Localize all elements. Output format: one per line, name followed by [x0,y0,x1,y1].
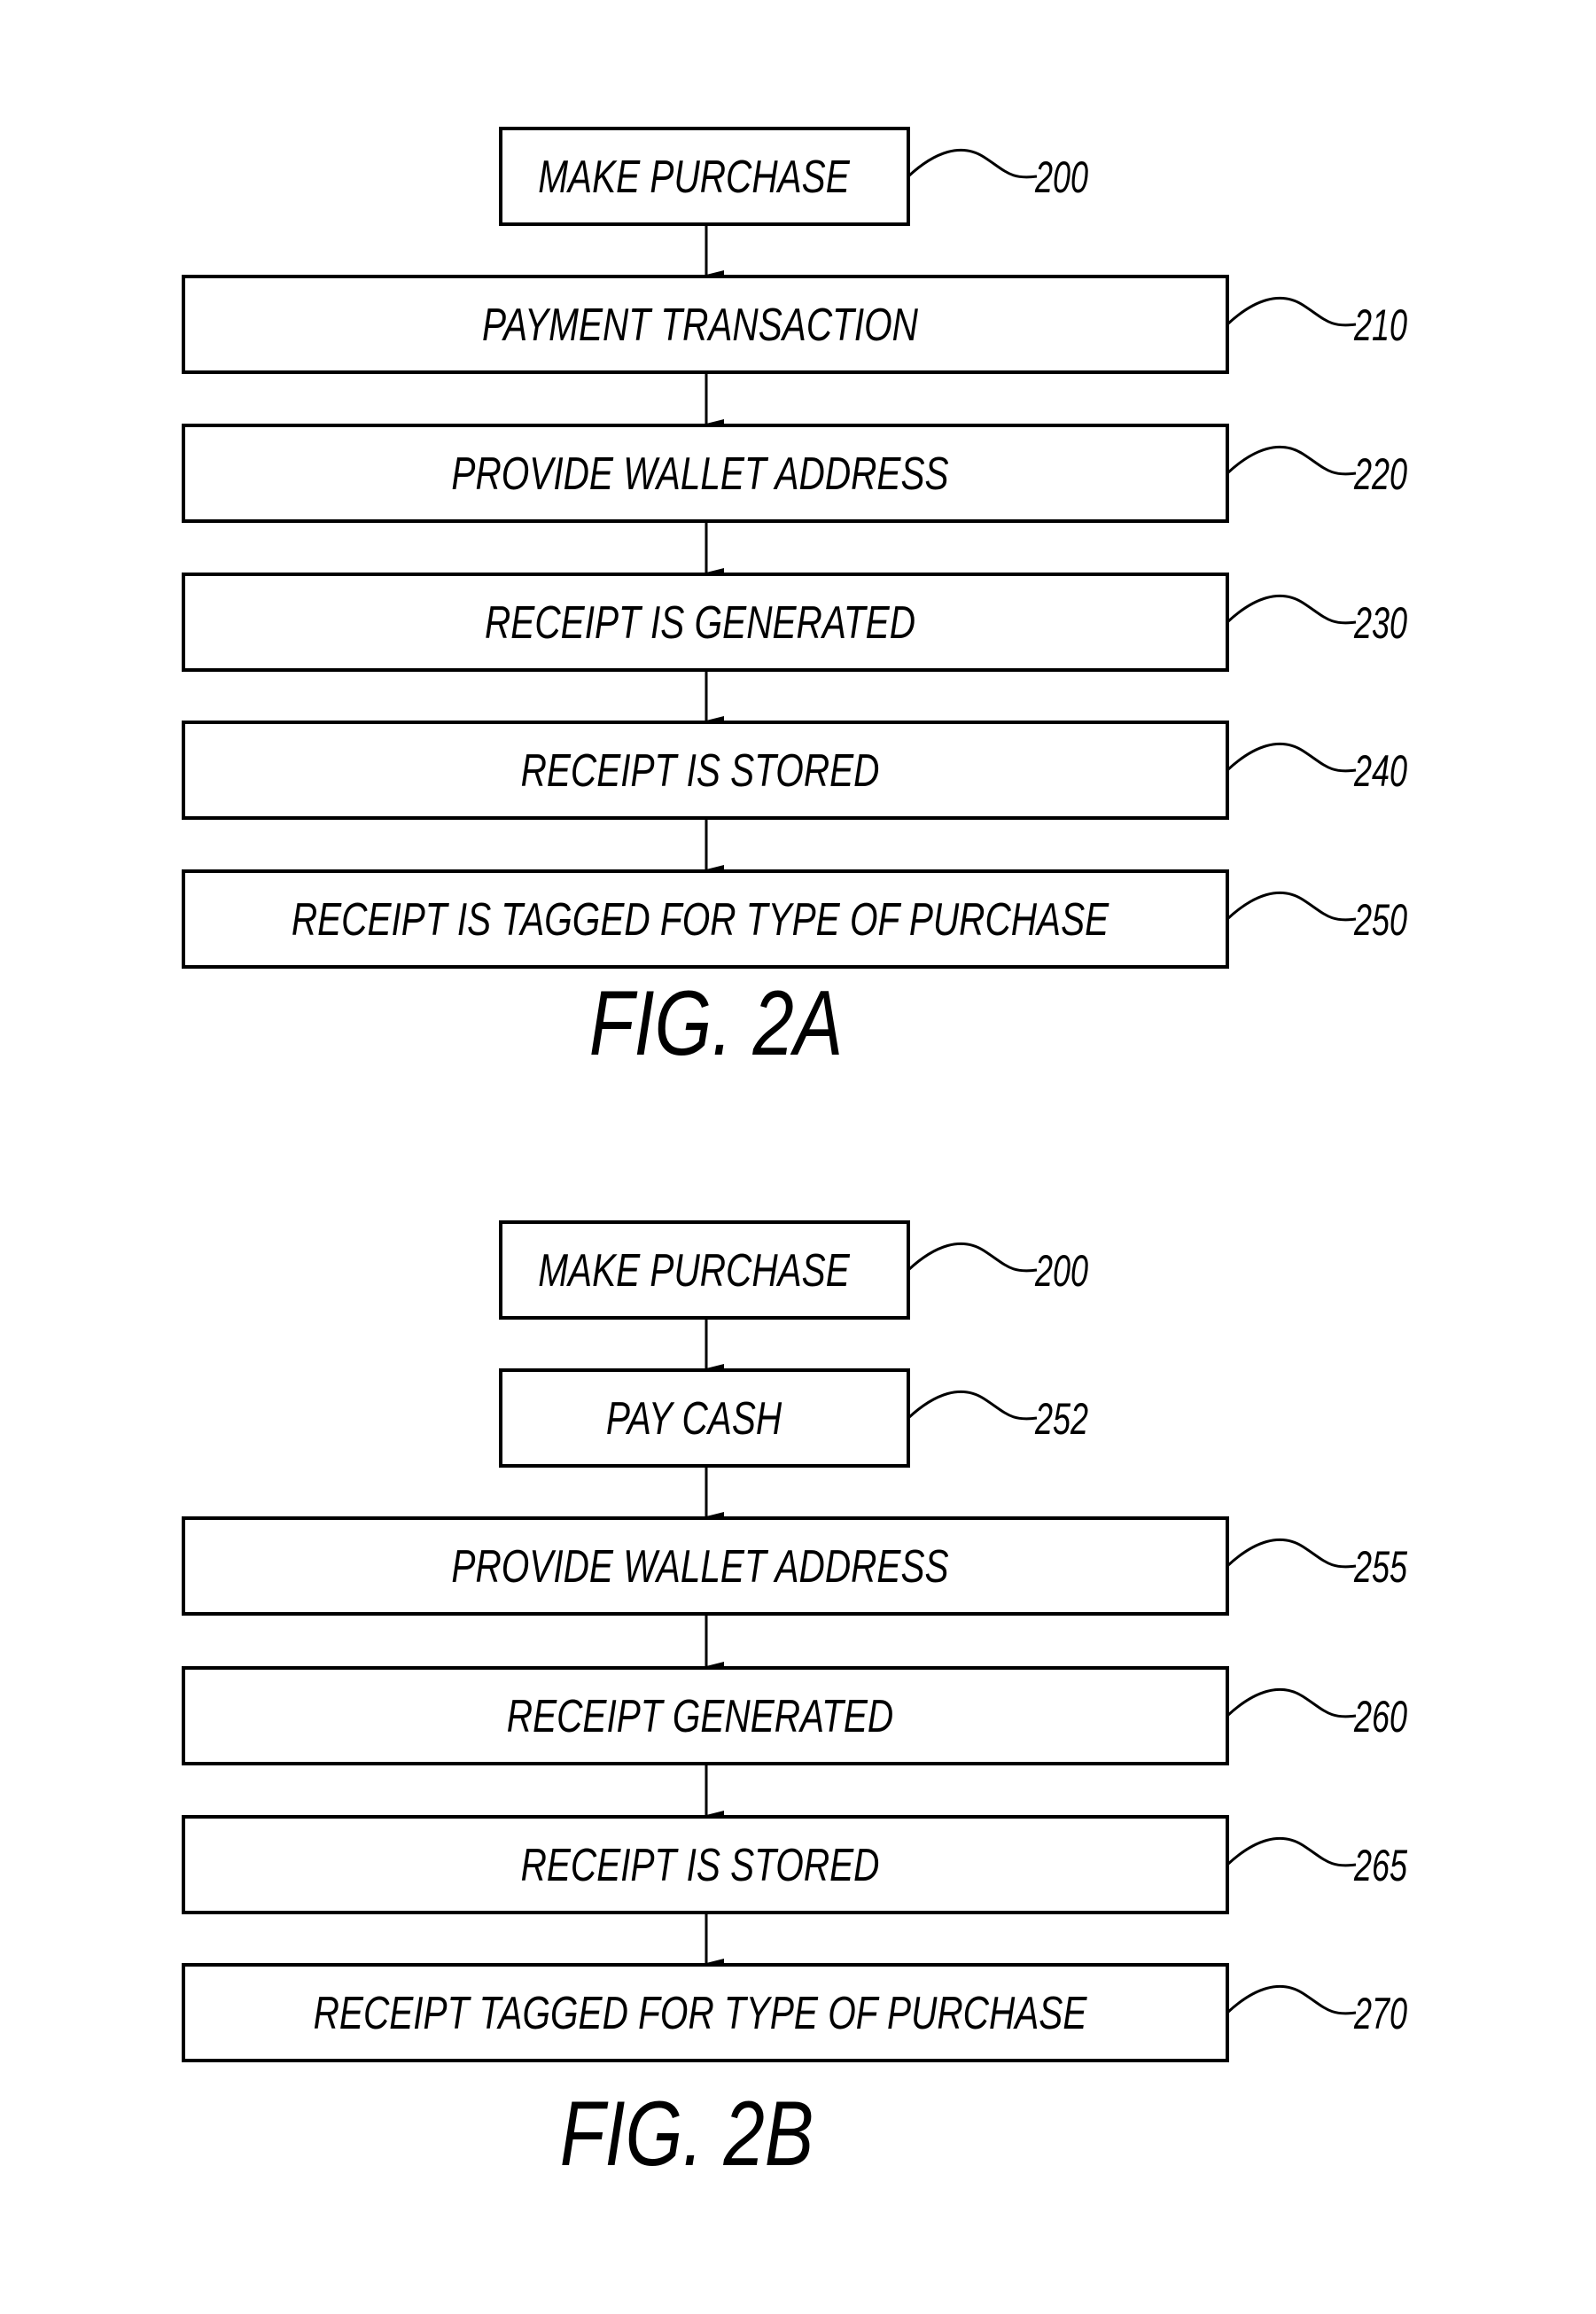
step-label: RECEIPT IS GENERATED [485,596,915,648]
reference-leader-line [907,148,1038,179]
figure-caption: FIG. 2B [560,2082,814,2185]
flow-step-210: PAYMENT TRANSACTION 210 [182,275,1407,374]
figure-2a: MAKE PURCHASE 200 PAYMENT TRANSACTION 210 PR… [182,127,1407,1074]
reference-numeral: 210 [1353,301,1407,350]
reference-numeral: 250 [1353,896,1407,945]
step-label: PROVIDE WALLET ADDRESS [451,448,948,499]
step-label: RECEIPT GENERATED [507,1690,893,1741]
reference-leader-line [907,1390,1038,1421]
step-label: RECEIPT IS TAGGED FOR TYPE OF PURCHASE [292,893,1109,945]
reference-numeral: 200 [1034,1247,1088,1296]
reference-leader-line [1226,742,1357,773]
reference-numeral: 252 [1034,1395,1088,1444]
figure-caption: FIG. 2A [589,971,844,1074]
flow-step-270: RECEIPT TAGGED FOR TYPE OF PURCHASE 270 [182,1963,1407,2062]
flow-step-230: RECEIPT IS GENERATED 230 [182,573,1407,672]
flow-step-200: MAKE PURCHASE 200 [499,1220,1088,1320]
flow-step-265: RECEIPT IS STORED 265 [182,1815,1408,1914]
step-label: RECEIPT IS STORED [521,744,880,796]
step-label: PROVIDE WALLET ADDRESS [451,1540,948,1592]
step-label: MAKE PURCHASE [538,1244,850,1296]
step-label: RECEIPT IS STORED [521,1839,880,1890]
reference-numeral: 240 [1353,747,1407,796]
flow-step-260: RECEIPT GENERATED 260 [182,1666,1407,1765]
reference-numeral: 260 [1353,1693,1407,1741]
reference-numeral: 265 [1353,1842,1408,1890]
reference-numeral: 220 [1353,450,1407,499]
flow-step-255: PROVIDE WALLET ADDRESS 255 [182,1516,1408,1616]
step-label: PAYMENT TRANSACTION [482,299,918,350]
reference-leader-line [1226,594,1357,625]
reference-leader-line [1226,445,1357,476]
reference-leader-line [1226,1538,1357,1569]
flow-step-200: MAKE PURCHASE 200 [499,127,1088,226]
reference-leader-line [1226,1984,1357,2015]
flow-step-240: RECEIPT IS STORED 240 [182,721,1407,820]
reference-numeral: 230 [1353,599,1407,648]
reference-leader-line [1226,1687,1357,1718]
step-label: PAY CASH [606,1392,782,1444]
flow-step-220: PROVIDE WALLET ADDRESS 220 [182,424,1407,523]
flow-step-250: RECEIPT IS TAGGED FOR TYPE OF PURCHASE 25… [182,869,1407,969]
reference-leader-line [1226,296,1357,327]
reference-leader-line [907,1242,1038,1273]
reference-numeral: 270 [1353,1990,1407,2038]
reference-numeral: 200 [1034,153,1088,202]
figure-2b: MAKE PURCHASE 200 PAY CASH 252 PROVIDE WALLE… [182,1220,1408,2185]
patent-drawing-sheet: MAKE PURCHASE 200 PAYMENT TRANSACTION 210 PR… [182,127,1408,2185]
reference-numeral: 255 [1353,1543,1408,1592]
reference-leader-line [1226,1836,1357,1867]
step-label: MAKE PURCHASE [538,151,850,202]
flow-step-252: PAY CASH 252 [499,1368,1088,1468]
reference-leader-line [1226,891,1357,922]
step-label: RECEIPT TAGGED FOR TYPE OF PURCHASE [314,1987,1088,2038]
